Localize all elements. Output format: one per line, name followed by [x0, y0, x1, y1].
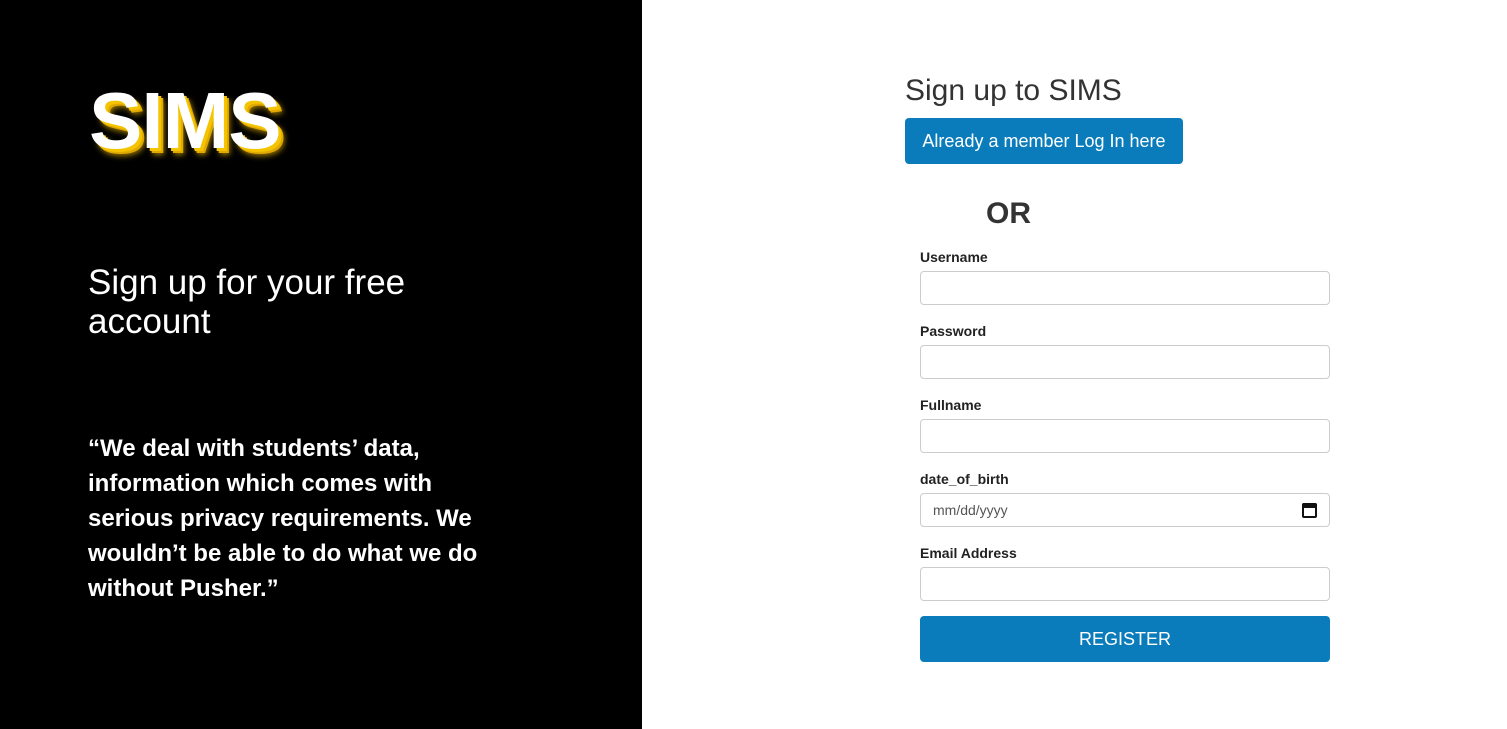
password-input[interactable]	[920, 345, 1330, 379]
dob-placeholder: mm/dd/yyyy	[933, 502, 1008, 518]
tagline: Sign up for your free account	[88, 263, 406, 341]
form-title: Sign up to SIMS	[905, 74, 1122, 107]
email-input[interactable]	[920, 567, 1330, 601]
signup-page: SIMS Sign up for your free account “We d…	[0, 0, 1507, 729]
email-label: Email Address	[920, 545, 1017, 561]
dob-label: date_of_birth	[920, 471, 1009, 487]
username-input[interactable]	[920, 271, 1330, 305]
register-button[interactable]: REGISTER	[920, 616, 1330, 662]
testimonial-quote: “We deal with students’ data, informatio…	[88, 435, 478, 602]
dob-input[interactable]: mm/dd/yyyy	[920, 493, 1330, 527]
password-label: Password	[920, 323, 987, 339]
sims-logo: SIMS	[89, 76, 282, 165]
username-label: Username	[920, 249, 988, 265]
promo-panel: SIMS Sign up for your free account “We d…	[0, 0, 642, 729]
fullname-input[interactable]	[920, 419, 1330, 453]
or-divider: OR	[986, 197, 1031, 230]
login-button[interactable]: Already a member Log In here	[905, 118, 1183, 164]
calendar-icon[interactable]	[1302, 502, 1317, 518]
fullname-label: Fullname	[920, 397, 982, 413]
